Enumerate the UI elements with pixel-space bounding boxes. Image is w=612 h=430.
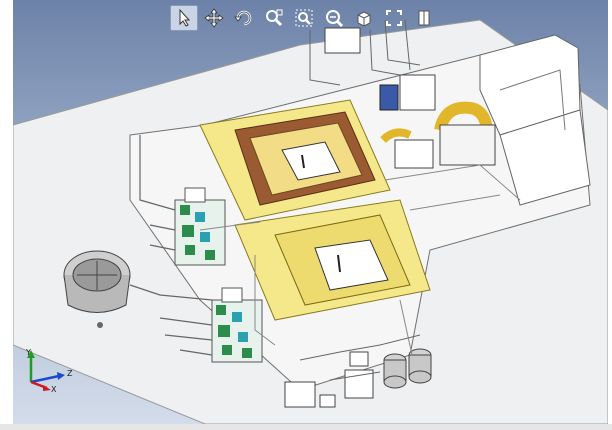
process-skid-upper — [174, 187, 226, 266]
axis-triad: Y Z X — [25, 348, 73, 392]
rotate-tool-button[interactable] — [230, 5, 258, 31]
pan-tool-button[interactable] — [200, 5, 228, 31]
view-orientation-tool-button[interactable] — [350, 5, 378, 31]
viewer-bottom-bar — [0, 424, 612, 430]
triad-z-label: Z — [67, 369, 73, 378]
triad-y-label: Y — [25, 348, 31, 357]
zoom-fit-tool-button[interactable] — [290, 5, 318, 31]
view-cube-icon — [357, 11, 371, 27]
section-view-tool-button[interactable] — [410, 5, 438, 31]
fullscreen-tool-button[interactable] — [380, 5, 408, 31]
section-view-icon — [418, 10, 430, 26]
top-equipment-b — [399, 74, 436, 111]
top-equipment-c — [379, 84, 399, 111]
triad-x-label: X — [51, 385, 57, 392]
zoom-area-tool-button[interactable] — [260, 5, 288, 31]
ahu-unit-left — [394, 139, 434, 169]
select-tool-button[interactable] — [170, 5, 198, 31]
cursor-arrow-icon — [179, 8, 191, 27]
window-left-margin — [0, 0, 13, 430]
zoom-area-icon — [266, 9, 283, 27]
zoom-tool-button[interactable] — [320, 5, 348, 31]
ahu-unit-right — [439, 124, 496, 166]
cad-viewer-window: Y Z X — [0, 0, 612, 430]
fullscreen-icon — [386, 10, 402, 26]
3d-viewport[interactable]: Y Z X — [13, 0, 608, 424]
view-toolbar — [170, 4, 438, 32]
plant-3d-model — [13, 19, 608, 424]
pan-arrows-icon — [204, 8, 224, 28]
rotate-icon — [234, 10, 252, 26]
zoom-fit-icon — [295, 9, 313, 27]
zoom-magnifier-icon — [326, 10, 344, 28]
